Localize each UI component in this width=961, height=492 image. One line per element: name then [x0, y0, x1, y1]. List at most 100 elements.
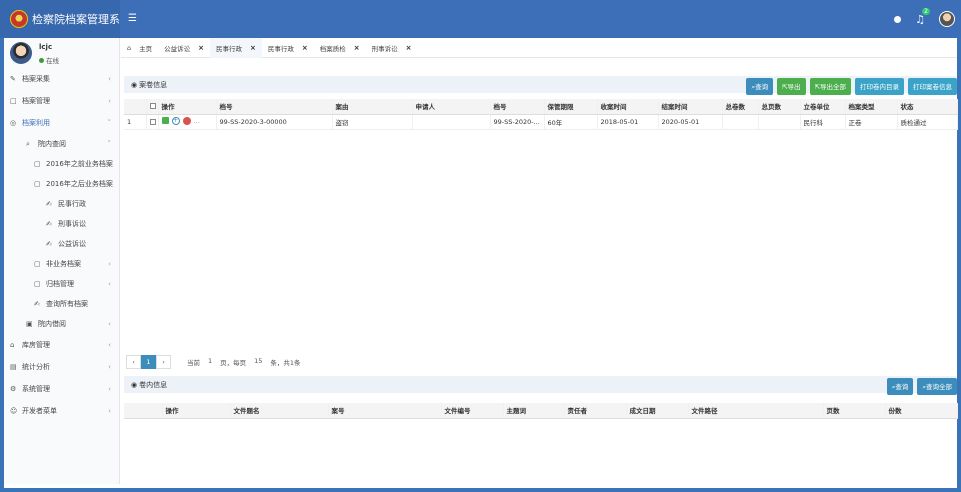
- close-icon[interactable]: ×: [198, 44, 204, 52]
- online-dot-icon: [39, 57, 44, 63]
- case-table-header: 操作 档号 案由 申请人 档号 保管期限 收案时间 结案时间 总卷数 总页数 立卷单位 档案类型 状态: [124, 99, 958, 115]
- column-header: 收案时间: [597, 99, 659, 115]
- pencil-icon: ✎: [10, 75, 16, 83]
- sidebar-item[interactable]: ▤ 统计分析 ‹: [4, 356, 119, 378]
- sidebar-item-label: 档案管理: [22, 97, 50, 105]
- prev-page-button[interactable]: ‹: [126, 355, 141, 369]
- close-icon[interactable]: ×: [302, 44, 308, 52]
- toolbar-button[interactable]: 打印案卷信息: [908, 78, 957, 95]
- table-row[interactable]: 1 +… 99-SS-2020-3-00000 盗窃 99-SS-2020-... 60年…: [124, 114, 958, 130]
- toolbar-button-label: 打印案卷信息: [913, 83, 952, 91]
- home-icon: ⌂: [10, 341, 15, 349]
- next-page-button[interactable]: ›: [156, 355, 171, 369]
- pager-info-part: 当前: [187, 359, 200, 367]
- menu-toggle-icon[interactable]: ☰: [128, 13, 137, 24]
- table-cell: [412, 114, 491, 130]
- tab-item[interactable]: ⌂ 主页: [121, 38, 158, 58]
- sidebar-item[interactable]: ▢ 归档管理 ‹: [4, 274, 119, 294]
- pager-info-part: 条，共1条: [270, 359, 301, 367]
- close-icon[interactable]: ×: [354, 44, 360, 52]
- sidebar-item-label: 院内查阅: [38, 140, 66, 148]
- chevron-left-icon: ‹: [108, 385, 111, 393]
- sidebar-item-label: 非业务档案: [46, 260, 81, 268]
- sidebar-item[interactable]: ✍ 刑事诉讼: [4, 214, 119, 234]
- sidebar-item-label: 库房管理: [22, 341, 50, 349]
- sidebar-item-label: 查询所有档案: [46, 300, 88, 308]
- delete-icon[interactable]: [182, 116, 191, 125]
- column-header: [146, 99, 159, 115]
- edit-icon[interactable]: [161, 117, 169, 125]
- column-header: 档号: [490, 99, 545, 115]
- sidebar-item[interactable]: ⌂ 库房管理 ‹: [4, 334, 119, 356]
- column-header: 总页数: [758, 99, 801, 115]
- more-icon[interactable]: …: [194, 117, 201, 125]
- tab-item[interactable]: 民事行政 ×: [210, 37, 262, 58]
- toolbar-button[interactable]: ⇱导出全部: [809, 78, 851, 95]
- toolbar-button-label: 导出全部: [820, 83, 846, 91]
- page-1-button[interactable]: 1: [141, 355, 156, 369]
- tab-bar: ⌂ 主页 公益诉讼 × 民事行政 × 民事行政 × 档案质检 × 刑事诉讼 ×: [121, 37, 957, 58]
- select-all-checkbox[interactable]: [149, 103, 156, 110]
- sidebar-item[interactable]: ✍ 公益诉讼: [4, 234, 119, 254]
- tab-item[interactable]: 公益诉讼 ×: [158, 38, 210, 58]
- notification-dot-icon[interactable]: [894, 15, 902, 23]
- pager-info-part: 15: [254, 357, 263, 365]
- column-header: 案由: [332, 99, 413, 115]
- edit-icon: ✍: [46, 220, 52, 228]
- table-cell: 2020-05-01: [658, 114, 723, 130]
- sidebar-item[interactable]: ◎ 档案利用 ˅: [4, 112, 119, 134]
- app-title: 检察院档案管理系: [32, 13, 120, 26]
- column-header: 成文日期: [626, 403, 689, 419]
- volume-toolbar: ⌕查询 ⌕查询全部: [886, 378, 957, 395]
- sidebar-item[interactable]: ☺ 开发者菜单 ‹: [4, 400, 119, 422]
- chevron-left-icon: ‹: [108, 363, 111, 371]
- zoom-in-icon[interactable]: +: [171, 116, 180, 125]
- table-cell: 1: [124, 114, 147, 130]
- sidebar-item[interactable]: ▢ 非业务档案 ‹: [4, 254, 119, 274]
- folder-open-icon: ▣: [26, 320, 33, 328]
- toolbar-button[interactable]: ⌕查询: [746, 78, 774, 95]
- column-header: 操作: [162, 403, 231, 419]
- sidebar-item[interactable]: ⌕ 院内查阅 ˅: [4, 134, 119, 154]
- search-icon: ⌕: [26, 139, 30, 148]
- tab-item[interactable]: 档案质检 ×: [314, 38, 366, 58]
- sidebar-item-label: 系统管理: [22, 385, 50, 393]
- sidebar-item[interactable]: ▢ 2016年之后业务档案: [4, 174, 119, 194]
- table-cell: 60年: [544, 114, 598, 130]
- pager-info-part: 1: [208, 357, 213, 365]
- sidebar: lcjc 在线 ✎ 档案采集 ‹ □ 档案管理 ‹ ◎ 档案利用 ˅ ⌕ 院内查阅 ˅ ▢ 2016年之前…: [4, 38, 120, 484]
- sidebar-item[interactable]: ▢ 2016年之前业务档案: [4, 154, 119, 174]
- edit-icon: ✍: [46, 200, 52, 208]
- volume-panel-header: ◉ 卷内信息: [124, 376, 957, 393]
- toolbar-button-label: 打印卷内目录: [860, 83, 899, 91]
- close-icon[interactable]: ×: [406, 44, 412, 52]
- sidebar-item-label: 归档管理: [46, 280, 74, 288]
- tab-item[interactable]: 民事行政 ×: [262, 38, 314, 58]
- tab-label: 民事行政: [267, 44, 294, 53]
- tab-item[interactable]: 刑事诉讼 ×: [366, 38, 418, 58]
- column-header: 档案类型: [845, 99, 898, 115]
- toolbar-button[interactable]: 打印卷内目录: [855, 78, 904, 95]
- row-checkbox[interactable]: [149, 118, 156, 125]
- sidebar-item[interactable]: ✍ 民事行政: [4, 194, 119, 214]
- sidebar-item[interactable]: ✎ 档案采集 ‹: [4, 68, 119, 90]
- toolbar-button-label: 查询全部: [926, 383, 952, 391]
- sidebar-item[interactable]: ⚙ 系统管理 ‹: [4, 378, 119, 400]
- bell-icon[interactable]: ♫ 2: [915, 7, 930, 26]
- chevron-left-icon: ‹: [108, 97, 111, 105]
- folder-icon: ▢: [34, 160, 41, 168]
- close-icon[interactable]: ×: [250, 44, 256, 52]
- toolbar-button-label: 查询: [755, 83, 769, 91]
- column-header: 总卷数: [722, 99, 759, 115]
- user-avatar-icon[interactable]: [939, 11, 955, 27]
- toolbar-button[interactable]: ⌕查询全部: [917, 378, 957, 395]
- sidebar-item[interactable]: □ 档案管理 ‹: [4, 90, 119, 112]
- case-table-body: 1 +… 99-SS-2020-3-00000 盗窃 99-SS-2020-... 60年…: [124, 114, 958, 130]
- volume-table-header: 操作 文件题名 案号 文件编号 主题词 责任者 成文日期 文件路径 页数 份数: [124, 403, 958, 419]
- toolbar-button[interactable]: ⇱导出: [777, 78, 806, 95]
- sidebar-item[interactable]: ▣ 院内借阅 ‹: [4, 314, 119, 334]
- pager-info-part: 页，每页: [220, 359, 247, 367]
- sidebar-item-label: 院内借阅: [38, 320, 66, 328]
- sidebar-item[interactable]: ✍ 查询所有档案: [4, 294, 119, 314]
- toolbar-button[interactable]: ⌕查询: [886, 378, 914, 395]
